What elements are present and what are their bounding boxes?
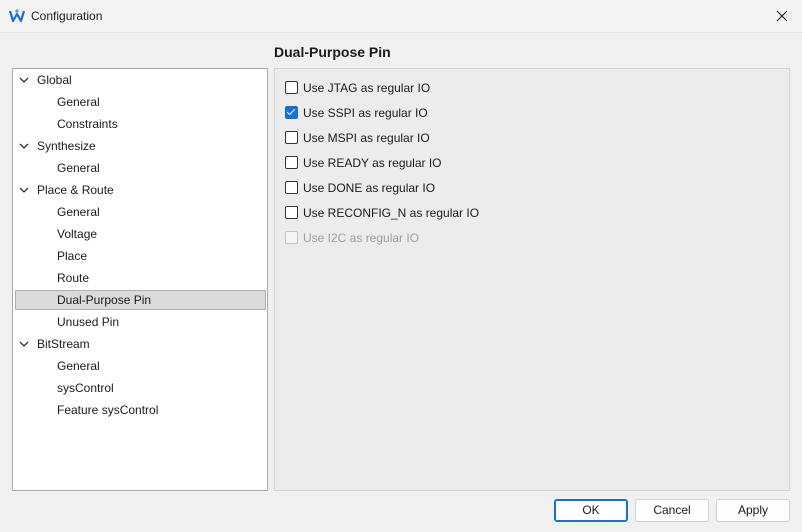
ok-button[interactable]: OK: [554, 499, 628, 522]
checkbox: [285, 231, 298, 244]
tree-item-label: Feature sysControl: [57, 403, 159, 417]
tree-item-label: Route: [57, 271, 90, 285]
chevron-down-icon[interactable]: [19, 185, 29, 195]
tree-group[interactable]: Place & Route: [15, 180, 266, 200]
tree-item-label: sysControl: [57, 381, 114, 395]
app-logo-icon: [9, 9, 25, 23]
option-label: Use RECONFIG_N as regular IO: [303, 206, 480, 220]
tree-item-label: BitStream: [37, 337, 90, 351]
tree-item[interactable]: sysControl: [15, 378, 266, 398]
tree-item[interactable]: Feature sysControl: [15, 400, 266, 420]
tree-group[interactable]: BitStream: [15, 334, 266, 354]
tree-group[interactable]: Synthesize: [15, 136, 266, 156]
tree-item[interactable]: General: [15, 202, 266, 222]
apply-button[interactable]: Apply: [716, 499, 790, 522]
tree-item-label: Unused Pin: [57, 315, 120, 329]
dialog-content: Dual-Purpose Pin Global General Constraint…: [0, 33, 802, 532]
tree-item[interactable]: General: [15, 92, 266, 112]
option-label: Use I2C as regular IO: [303, 231, 420, 245]
title-bar: Configuration: [0, 0, 802, 33]
tree-item-label: Place & Route: [37, 183, 114, 197]
checkbox[interactable]: [285, 156, 298, 169]
checkbox[interactable]: [285, 206, 298, 219]
tree-item[interactable]: Unused Pin: [15, 312, 266, 332]
tree-item[interactable]: General: [15, 158, 266, 178]
tree-item-label: General: [57, 95, 100, 109]
close-icon: [776, 10, 788, 22]
checkbox[interactable]: [285, 81, 298, 94]
chevron-down-icon[interactable]: [19, 339, 29, 349]
tree-item-label: General: [57, 205, 100, 219]
option-label: Use SSPI as regular IO: [303, 106, 428, 120]
option-label: Use DONE as regular IO: [303, 181, 436, 195]
window-title: Configuration: [31, 9, 103, 23]
checkbox[interactable]: [285, 106, 298, 119]
tree-item[interactable]: Place: [15, 246, 266, 266]
tree-item-label: Place: [57, 249, 88, 263]
option-label: Use MSPI as regular IO: [303, 131, 430, 145]
tree-item-label: Voltage: [57, 227, 98, 241]
checkbox[interactable]: [285, 181, 298, 194]
tree-item[interactable]: Dual-Purpose Pin: [15, 290, 266, 310]
cancel-button[interactable]: Cancel: [635, 499, 709, 522]
tree-item[interactable]: Voltage: [15, 224, 266, 244]
close-button[interactable]: [762, 0, 802, 32]
tree-item[interactable]: Constraints: [15, 114, 266, 134]
tree-item[interactable]: General: [15, 356, 266, 376]
tree-item-label: General: [57, 161, 100, 175]
chevron-down-icon[interactable]: [19, 75, 29, 85]
chevron-down-icon[interactable]: [19, 141, 29, 151]
tree-item[interactable]: Route: [15, 268, 266, 288]
option-label: Use JTAG as regular IO: [303, 81, 431, 95]
option-label: Use READY as regular IO: [303, 156, 442, 170]
page-title: Dual-Purpose Pin: [274, 44, 391, 60]
tree-item-label: Synthesize: [37, 139, 96, 153]
tree-group[interactable]: Global: [15, 70, 266, 90]
options-panel: Use JTAG as regular IO Use SSPI as regula…: [274, 68, 790, 491]
tree-item-label: Constraints: [57, 117, 118, 131]
tree-item-label: Dual-Purpose Pin: [57, 293, 152, 307]
checkbox[interactable]: [285, 131, 298, 144]
tree-item-label: Global: [37, 73, 72, 87]
category-tree[interactable]: Global General Constraints Synthesize Genera…: [12, 68, 268, 491]
tree-item-label: General: [57, 359, 100, 373]
